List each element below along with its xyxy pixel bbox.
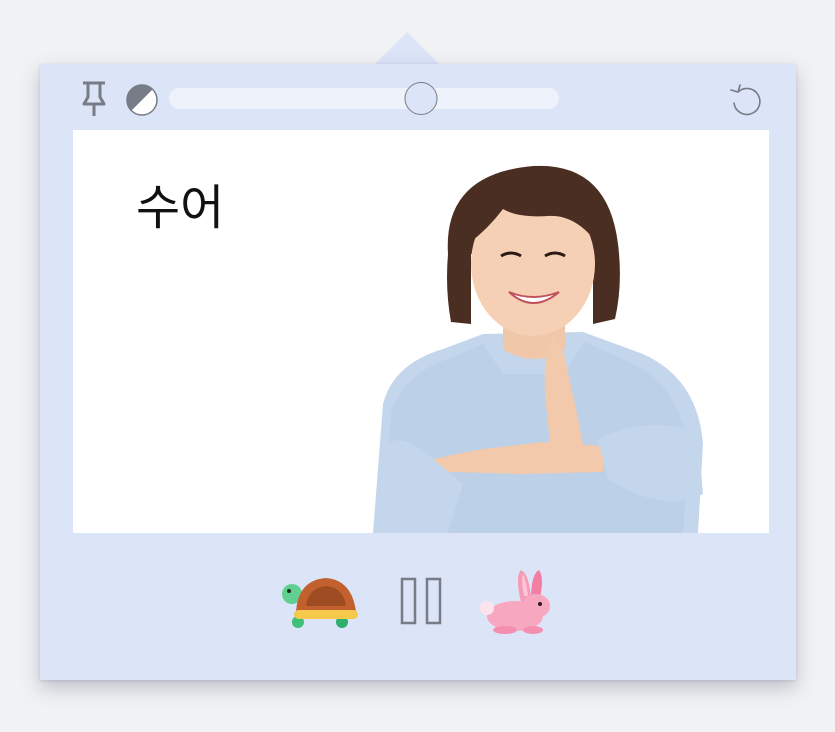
undo-icon[interactable] xyxy=(728,81,766,119)
slider-thumb[interactable] xyxy=(404,82,438,115)
signer-image xyxy=(373,165,703,533)
panel-pointer xyxy=(375,32,439,64)
turtle-icon[interactable] xyxy=(282,572,358,630)
pin-icon[interactable] xyxy=(79,80,109,118)
rabbit-icon[interactable] xyxy=(479,568,554,634)
sign-video-area: 수어 xyxy=(73,130,769,533)
contrast-icon[interactable] xyxy=(125,83,159,117)
sign-word: 수어 xyxy=(136,180,225,236)
playback-controls xyxy=(280,564,560,644)
size-slider[interactable] xyxy=(169,82,559,115)
sign-language-panel: 수어 xyxy=(40,64,796,680)
pause-icon[interactable] xyxy=(400,576,442,626)
